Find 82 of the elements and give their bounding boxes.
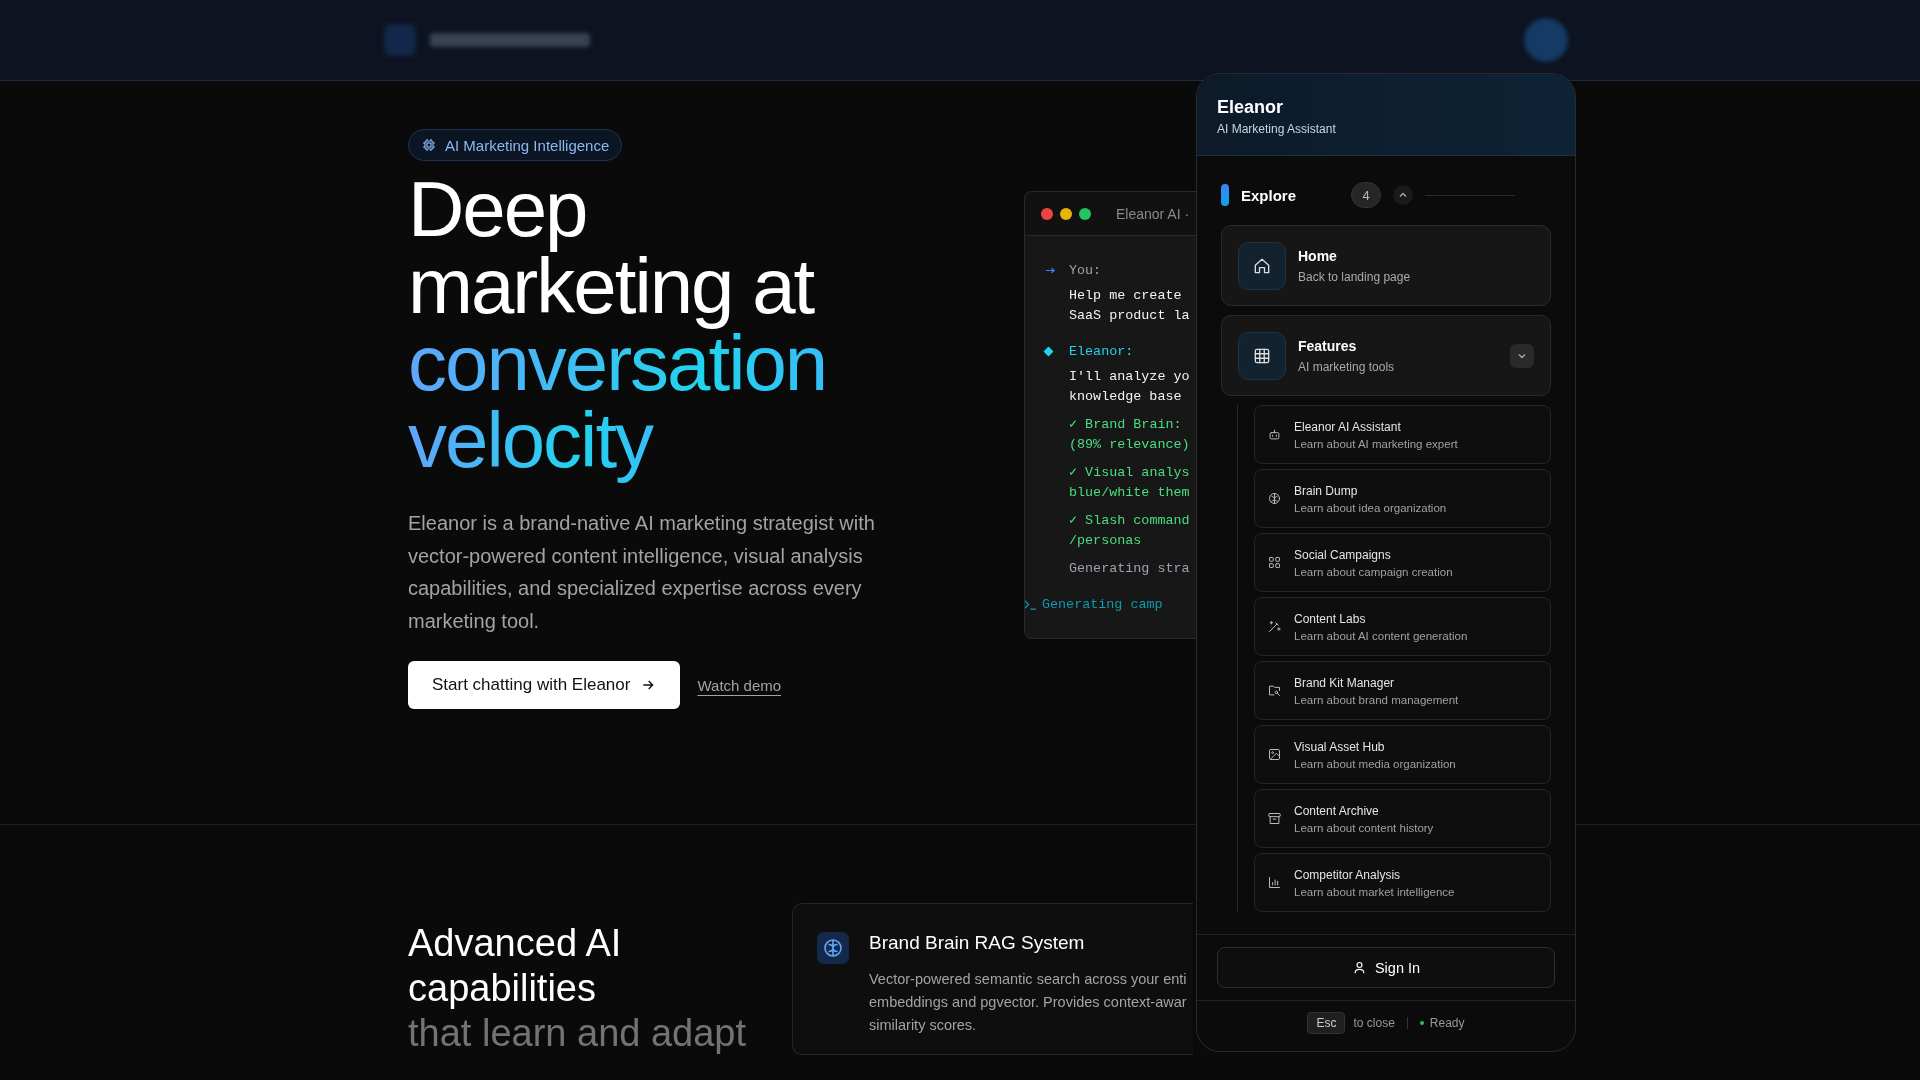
image-icon	[1267, 747, 1282, 762]
message-line: I'll analyze yo	[1069, 368, 1190, 384]
badge-label: AI Marketing Intelligence	[445, 136, 610, 154]
card-description-line: Vector-powered semantic search across your enti	[869, 970, 1187, 989]
status-dot	[1419, 1021, 1424, 1025]
message-line: SaaS product la	[1069, 307, 1190, 323]
robot-icon	[1267, 427, 1282, 442]
card-title: Brand Brain RAG System	[869, 932, 1086, 954]
feature-title: Visual Asset Hub	[1294, 739, 1386, 754]
feature-title: Social Campaigns	[1294, 547, 1392, 562]
minimize-dot-icon[interactable]	[1060, 207, 1072, 220]
folder-icon	[1267, 683, 1282, 698]
prompt-line: Generating camp	[1042, 596, 1163, 612]
feature-link-card[interactable]: Brand Kit Manager Learn about brand management	[1254, 661, 1551, 720]
nav-card-subtitle: AI marketing tools	[1298, 359, 1396, 374]
maximize-dot-icon[interactable]	[1079, 207, 1091, 220]
status-line: Generating stra	[1069, 560, 1190, 576]
feature-title: Eleanor AI Assistant	[1294, 419, 1402, 434]
feature-description: Learn about market intelligence	[1294, 885, 1455, 898]
brain-icon	[817, 932, 849, 964]
assistant-role: AI Marketing Assistant	[1217, 122, 1337, 136]
check-line: blue/white them	[1069, 484, 1190, 500]
expand-toggle-button[interactable]	[1510, 343, 1534, 368]
feature-link-card[interactable]: Content Labs Learn about AI content generation	[1254, 597, 1551, 656]
check-line: (89% relevance)	[1069, 436, 1190, 452]
check-line: ✓ Slash command	[1069, 512, 1190, 528]
archive-icon	[1267, 811, 1282, 826]
section-subtitle: that learn and adapt	[408, 1011, 748, 1056]
status-label: Ready	[1429, 1016, 1465, 1030]
check-line: ✓ Brand Brain:	[1069, 416, 1182, 432]
squares-icon	[1267, 555, 1282, 570]
close-dot-icon[interactable]	[1041, 207, 1053, 220]
feature-link-card[interactable]: Competitor Analysis Learn about market intelligence	[1254, 853, 1551, 912]
feature-description: Learn about idea organization	[1294, 501, 1447, 514]
nav-card-title: Features	[1298, 337, 1358, 354]
item-count: 4	[1351, 182, 1381, 208]
terminal-title: Eleanor AI ·	[1116, 205, 1190, 222]
close-hint: to close	[1353, 1016, 1395, 1030]
prompt-icon	[1025, 598, 1037, 610]
feature-description: Learn about content history	[1294, 821, 1434, 834]
sign-in-button[interactable]: Sign In	[1217, 947, 1555, 988]
section-label: Explore	[1241, 186, 1298, 204]
watch-demo-link[interactable]: Watch demo	[697, 676, 782, 694]
nav-card[interactable]: Features AI marketing tools	[1221, 315, 1551, 396]
section-title: Advanced AI capabilities	[408, 921, 623, 1011]
check-line: ✓ Visual analys	[1069, 464, 1190, 480]
feature-title: Brand Kit Manager	[1294, 675, 1396, 690]
section-indicator	[1221, 184, 1229, 206]
feature-link-card[interactable]: Content Archive Learn about content history	[1254, 789, 1551, 848]
card-description-line: embeddings and pgvector. Provides context-awar	[869, 993, 1187, 1012]
brain-icon	[1267, 491, 1282, 506]
feature-description: Learn about AI content generation	[1294, 629, 1468, 642]
feature-description: Learn about AI marketing expert	[1294, 437, 1458, 450]
feature-title: Content Labs	[1294, 611, 1367, 626]
feature-link-card[interactable]: Eleanor AI Assistant Learn about AI marketing expert	[1254, 405, 1551, 464]
chip-icon	[421, 137, 437, 153]
bar-chart-icon	[1267, 875, 1282, 890]
feature-title: Competitor Analysis	[1294, 867, 1402, 882]
collapse-button[interactable]	[1393, 185, 1413, 205]
nav-card-title: Home	[1298, 247, 1338, 264]
speaker-label: Eleanor:	[1069, 343, 1134, 359]
feature-link-card[interactable]: Social Campaigns Learn about campaign creation	[1254, 533, 1551, 592]
feature-title: Brain Dump	[1294, 483, 1359, 498]
feature-description: Learn about media organization	[1294, 757, 1456, 770]
speaker-label: You:	[1069, 262, 1102, 278]
nav-card[interactable]: Home Back to landing page	[1221, 225, 1551, 306]
start-chat-button[interactable]: Start chatting with Eleanor	[408, 661, 681, 709]
card-description-line: similarity scores.	[869, 1016, 978, 1035]
message-line: knowledge base	[1069, 388, 1182, 404]
feature-link-card[interactable]: Brain Dump Learn about idea organization	[1254, 469, 1551, 528]
wand-icon	[1267, 619, 1282, 634]
message-line: Help me create	[1069, 287, 1182, 303]
feature-description: Learn about brand management	[1294, 693, 1459, 706]
check-line: /personas	[1069, 532, 1142, 548]
feature-link-card[interactable]: Visual Asset Hub Learn about media organization	[1254, 725, 1551, 784]
nav-card-subtitle: Back to landing page	[1298, 269, 1412, 284]
feature-description: Learn about campaign creation	[1294, 565, 1453, 578]
assistant-name: Eleanor	[1217, 97, 1285, 118]
esc-key: Esc	[1307, 1012, 1346, 1034]
feature-title: Content Archive	[1294, 803, 1380, 818]
logo-icon	[384, 24, 416, 56]
hero-description: Eleanor is a brand-native AI marketing strategist with vector-powered content intelligence, visual analysis capabilities, and specialized expertise across every marketing tool.	[408, 511, 876, 634]
